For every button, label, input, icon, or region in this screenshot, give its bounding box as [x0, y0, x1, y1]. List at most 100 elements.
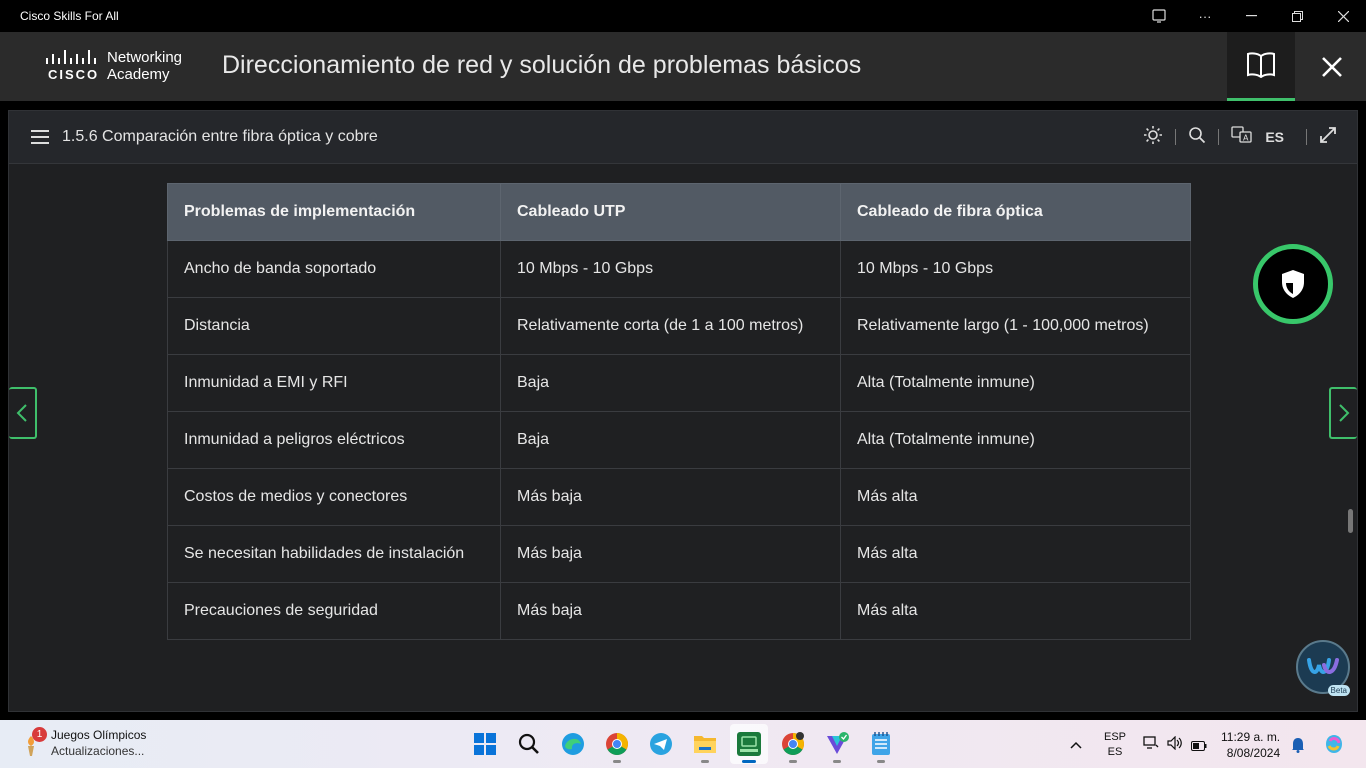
start-button[interactable] [466, 724, 504, 764]
course-header: cisco Networking Academy Direccionamient… [0, 32, 1366, 101]
table-cell: Costos de medios y conectores [167, 468, 501, 526]
taskbar-edge[interactable] [554, 724, 592, 764]
running-indicator [701, 760, 709, 763]
widget-subtitle: Actualizaciones... [51, 744, 145, 758]
table-row: Precauciones de seguridad Más baja Más a… [167, 582, 1191, 640]
vpn-icon [827, 732, 849, 754]
table-cell: Más baja [500, 525, 841, 583]
taskbar-chrome-profile[interactable] [774, 724, 812, 764]
search-icon [518, 733, 539, 754]
table-row: Se necesitan habilidades de instalación … [167, 525, 1191, 583]
menu-icon[interactable] [31, 130, 49, 144]
table-cell: Más alta [840, 582, 1191, 640]
brightness-icon[interactable] [1143, 125, 1163, 150]
svg-text:A: A [1243, 133, 1249, 142]
language-selector[interactable]: ES [1265, 129, 1284, 145]
scrollbar-thumb[interactable] [1348, 509, 1353, 533]
book-button[interactable] [1227, 32, 1295, 101]
table-cell: Alta (Totalmente inmune) [840, 354, 1191, 412]
table-cell: Más baja [500, 582, 841, 640]
logo-line-1: Networking [107, 49, 183, 66]
table-cell: 10 Mbps - 10 Gbps [840, 240, 1191, 298]
table-row: Distancia Relativamente corta (de 1 a 10… [167, 297, 1191, 355]
column-header: Problemas de implementación [167, 183, 501, 241]
logo-line-2: Academy [107, 66, 170, 83]
taskbar-vpn[interactable] [818, 724, 856, 764]
taskbar-notepad[interactable] [862, 724, 900, 764]
taskbar-file-explorer[interactable] [686, 724, 724, 764]
networking-academy-logo[interactable]: cisco Networking Academy [44, 49, 194, 84]
clock[interactable]: 11:29 a. m. 8/08/2024 [1221, 729, 1280, 761]
column-header: Cableado de fibra óptica [840, 183, 1191, 241]
running-indicator [789, 760, 797, 763]
previous-page-button[interactable] [9, 387, 37, 439]
book-icon [1247, 52, 1275, 78]
input-language-indicator[interactable]: ESP ES [1104, 730, 1126, 760]
window-title: Cisco Skills For All [20, 9, 119, 23]
table-cell: Baja [500, 411, 841, 469]
chevron-right-icon [1339, 404, 1350, 422]
course-title: Direccionamiento de red y solución de pr… [222, 51, 862, 79]
folder-icon [694, 736, 716, 753]
content-panel: 1.5.6 Comparación entre fibra óptica y c… [8, 110, 1358, 712]
next-page-button[interactable] [1329, 387, 1357, 439]
notifications-bell-icon[interactable] [1291, 737, 1305, 758]
clock-date: 8/08/2024 [1226, 746, 1281, 760]
close-icon [1321, 56, 1342, 77]
beta-badge: Beta [1327, 685, 1350, 696]
window-controls: ··· [1136, 0, 1366, 32]
webex-assistant-button[interactable]: Beta [1296, 640, 1350, 696]
table-cell: Relativamente largo (1 - 100,000 metros) [840, 297, 1191, 355]
toolbar-divider [1175, 129, 1177, 145]
cisco-wordmark: cisco [48, 67, 100, 82]
news-widget[interactable]: 1 Juegos Olímpicos Actualizaciones... [20, 727, 180, 761]
restore-button[interactable] [1274, 0, 1320, 32]
battery-icon[interactable] [1191, 738, 1207, 756]
table-row: Inmunidad a EMI y RFI Baja Alta (Totalme… [167, 354, 1191, 412]
taskbar-telegram[interactable] [642, 724, 680, 764]
show-hidden-icons-button[interactable] [1070, 736, 1082, 754]
volume-icon[interactable] [1167, 735, 1183, 755]
table-cell: Se necesitan habilidades de instalación [167, 525, 501, 583]
table-cell: 10 Mbps - 10 Gbps [500, 240, 841, 298]
chevron-up-icon [1070, 741, 1082, 749]
taskbar-chrome[interactable] [598, 724, 636, 764]
table-cell: Más alta [840, 468, 1191, 526]
translate-icon[interactable]: A [1231, 125, 1253, 149]
running-indicator [833, 760, 841, 763]
taskbar-search-button[interactable] [510, 724, 548, 764]
table-cell: Más baja [500, 468, 841, 526]
network-icon[interactable] [1143, 736, 1159, 755]
table-cell: Alta (Totalmente inmune) [840, 411, 1191, 469]
notification-badge: 1 [32, 727, 47, 742]
close-course-button[interactable] [1297, 32, 1366, 101]
shield-icon [1282, 270, 1304, 298]
clock-time: 11:29 a. m. [1221, 730, 1281, 744]
taskbar: 1 Juegos Olímpicos Actualizaciones... ES… [0, 720, 1366, 768]
table-header-row: Problemas de implementación Cableado UTP… [167, 183, 1191, 241]
comparison-table: Problemas de implementación Cableado UTP… [167, 183, 1191, 640]
close-window-button[interactable] [1320, 0, 1366, 32]
copilot-icon[interactable] [1322, 732, 1346, 761]
table-cell: Distancia [167, 297, 501, 355]
toolbar-tools: A ES [1143, 125, 1337, 149]
more-options-icon[interactable]: ··· [1182, 0, 1228, 32]
table-cell: Baja [500, 354, 841, 412]
search-icon[interactable] [1188, 126, 1206, 149]
notepad-icon [872, 732, 890, 755]
running-indicator [613, 760, 621, 763]
table-cell: Más alta [840, 525, 1191, 583]
security-shield-button[interactable] [1253, 244, 1333, 324]
taskbar-apps [466, 724, 900, 764]
minimize-button[interactable] [1228, 0, 1274, 32]
content-toolbar: 1.5.6 Comparación entre fibra óptica y c… [9, 111, 1357, 164]
toolbar-divider [1218, 129, 1220, 145]
column-header: Cableado UTP [500, 183, 841, 241]
input-language: ESP [1104, 731, 1127, 743]
expand-icon[interactable] [1319, 126, 1337, 149]
windows-icon [474, 733, 496, 755]
window-titlebar: Cisco Skills For All ··· [0, 0, 1366, 32]
input-layout: ES [1107, 746, 1123, 758]
cast-icon[interactable] [1136, 0, 1182, 32]
taskbar-skills-for-all[interactable] [730, 724, 768, 764]
